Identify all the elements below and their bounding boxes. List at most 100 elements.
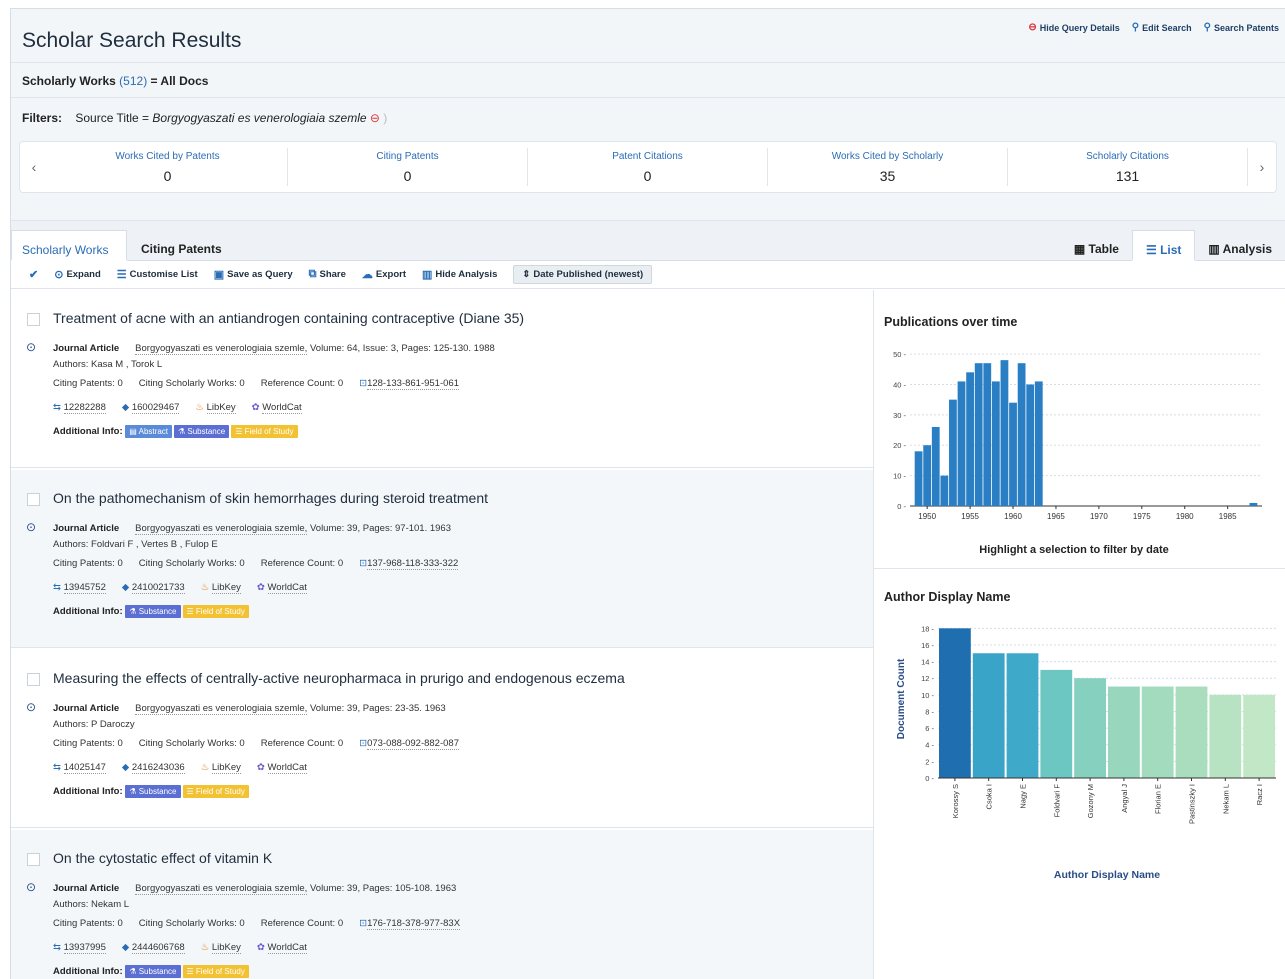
field-of-study-badge[interactable]: ☰ Field of Study [182,965,249,978]
works-count[interactable]: (512) [119,74,147,88]
field-of-study-badge[interactable]: ☰ Field of Study [182,785,249,798]
author-bar[interactable] [1074,678,1106,778]
metric-scholarly-citations[interactable]: Scholarly Citations 131 [1008,148,1248,186]
field-of-study-badge[interactable]: ☰ Field of Study [231,425,298,438]
pmid-link[interactable]: 13937995 [63,942,106,954]
tab-citing-patents[interactable]: Citing Patents [131,230,232,261]
journal-link[interactable]: Borgyogyaszati es venerologiaia szemle, [135,523,308,535]
result-title[interactable]: On the cytostatic effect of vitamin K [53,850,272,866]
view-analysis-button[interactable]: ▥ Analysis [1195,230,1285,261]
result-title[interactable]: On the pathomechanism of skin hemorrhage… [53,490,488,506]
libkey-link[interactable]: LibKey [206,402,236,414]
author-bar[interactable] [1040,669,1073,778]
lens-id-link[interactable]: 073-088-092-882-087 [367,738,459,750]
bar[interactable] [1034,381,1043,506]
edit-search-button[interactable]: ⚲ Edit Search [1132,22,1192,33]
bar[interactable] [1000,360,1009,506]
export-button[interactable]: ☁ Export [362,268,406,281]
lens-id-link[interactable]: 128-133-861-951-061 [367,378,459,390]
substance-badge[interactable]: ⚗ Substance [125,965,181,978]
author-bar[interactable] [1243,694,1275,778]
bar[interactable] [966,372,974,506]
author-bar[interactable] [1175,686,1208,778]
magid-link[interactable]: 2444606768 [131,942,185,954]
select-all-checkmark[interactable]: ✔ [29,268,38,281]
filter-value: Borgyogyaszati es venerologiaia szemle [152,111,367,125]
expand-chevron-icon[interactable]: ⊙ [26,700,36,714]
journal-link[interactable]: Borgyogyaszati es venerologiaia szemle, [135,343,308,355]
author-bar[interactable] [972,653,1005,778]
pmid-link[interactable]: 12282288 [63,402,106,414]
substance-badge[interactable]: ⚗ Substance [173,425,230,438]
share-button[interactable]: ⧉ Share [309,268,346,281]
author-bar[interactable] [939,628,971,778]
bar[interactable] [957,381,966,506]
bar[interactable] [1009,402,1017,506]
worldcat-link[interactable]: WorldCat [267,942,307,954]
result-checkbox[interactable] [27,313,40,326]
field-of-study-badge[interactable]: ☰ Field of Study [182,605,249,618]
abstract-badge[interactable]: ▤ Abstract [125,425,172,438]
sort-dropdown[interactable]: ⇕ Date Published (newest) [513,265,653,284]
libkey-link[interactable]: LibKey [211,582,241,594]
journal-link[interactable]: Borgyogyaszati es venerologiaia szemle, [135,703,308,715]
view-list-button[interactable]: ☰ List [1131,230,1196,261]
journal-link[interactable]: Borgyogyaszati es venerologiaia szemle, [135,883,308,895]
bar[interactable] [1026,384,1035,506]
magid-link[interactable]: 2416243036 [131,762,185,774]
publications-chart[interactable]: 0 - 10 - 20 - 30 - 40 - 50 - 1950 1955 1960 1965 1… [874,338,1274,568]
substance-badge[interactable]: ⚗ Substance [125,605,181,618]
bar[interactable] [1249,502,1258,506]
expand-chevron-icon[interactable]: ⊙ [26,880,36,894]
bar[interactable] [931,427,940,506]
hide-analysis-button[interactable]: ▥ Hide Analysis [422,268,497,281]
author-bar[interactable] [1141,686,1174,778]
metric-patent-citations[interactable]: Patent Citations 0 [528,148,768,186]
magid-link[interactable]: 160029467 [131,402,180,414]
bar[interactable] [991,381,1000,506]
author-bar[interactable] [1006,653,1039,778]
expand-button[interactable]: ⊙ Expand [54,268,101,281]
bar[interactable] [914,451,923,506]
worldcat-link[interactable]: WorldCat [267,762,307,774]
chevron-right-icon[interactable]: › [1248,159,1276,175]
metric-works-cited-by-patents[interactable]: Works Cited by Patents 0 [48,148,288,186]
bar[interactable] [949,399,957,506]
list-icon: ☰ [186,787,196,796]
customise-list-button[interactable]: ☰ Customise List [117,268,198,281]
lens-id-link[interactable]: 176-718-378-977-83X [367,918,461,930]
author-bar[interactable] [1209,694,1242,778]
author-bar[interactable] [1108,686,1140,778]
hide-query-details-button[interactable]: ⊖ Hide Query Details [1028,22,1119,33]
expand-chevron-icon[interactable]: ⊙ [26,520,36,534]
bar[interactable] [983,363,992,506]
pmid-link[interactable]: 13945752 [63,582,106,594]
metric-works-cited-by-scholarly[interactable]: Works Cited by Scholarly 35 [768,148,1008,186]
pmid-link[interactable]: 14025147 [63,762,106,774]
chevron-left-icon[interactable]: ‹ [20,159,48,175]
result-checkbox[interactable] [27,853,40,866]
substance-badge[interactable]: ⚗ Substance [125,785,181,798]
magid-link[interactable]: 2410021733 [131,582,185,594]
bar[interactable] [940,475,949,506]
worldcat-link[interactable]: WorldCat [262,402,302,414]
result-checkbox[interactable] [27,493,40,506]
metric-citing-patents[interactable]: Citing Patents 0 [288,148,528,186]
bar[interactable] [1017,363,1026,506]
author-chart[interactable]: 0 - 2 - 4 - 6 - 8 - 10 - 12 - 14 - 16 - 18 - Koros… [874,612,1285,912]
libkey-link[interactable]: LibKey [211,762,241,774]
view-table-button[interactable]: ▦ Table [1061,230,1132,261]
result-title[interactable]: Measuring the effects of centrally-activ… [53,670,625,686]
lens-id-link[interactable]: 137-968-118-333-322 [367,558,459,570]
search-patents-button[interactable]: ⚲ Search Patents [1204,22,1279,33]
result-checkbox[interactable] [27,673,40,686]
save-as-query-button[interactable]: ▣ Save as Query [214,268,293,281]
remove-filter-icon[interactable]: ⊖ [370,111,380,125]
result-title[interactable]: Treatment of acne with an antiandrogen c… [53,310,524,326]
tab-scholarly-works[interactable]: Scholarly Works [11,230,127,261]
libkey-link[interactable]: LibKey [211,942,241,954]
worldcat-link[interactable]: WorldCat [267,582,307,594]
expand-chevron-icon[interactable]: ⊙ [26,340,36,354]
bar[interactable] [974,363,983,506]
bar[interactable] [923,445,932,506]
